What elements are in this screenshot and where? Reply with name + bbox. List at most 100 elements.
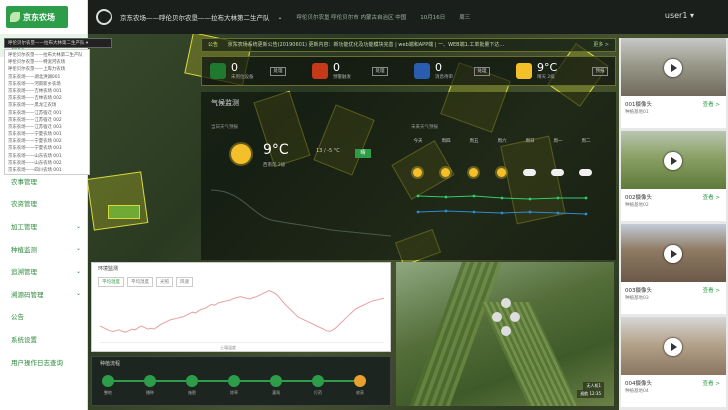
forecast-day: 周四 <box>441 139 451 144</box>
stat-number: 0 <box>231 61 238 74</box>
play-icon[interactable] <box>664 59 682 77</box>
dropdown-option[interactable]: 京东农场——黑龙江农场 <box>8 102 86 109</box>
chart-tab[interactable]: 平均温度 <box>98 277 124 287</box>
chart-title: 环境监测 <box>98 266 119 272</box>
theme-toggle-icon[interactable] <box>96 9 112 25</box>
current-temp: 9°C <box>263 142 289 158</box>
play-icon[interactable] <box>664 338 682 356</box>
dropdown-option[interactable]: 京东农场——河南新乡农场 <box>8 81 86 88</box>
dropdown-option[interactable]: 呼伦贝尔农垦——特泥河农场 <box>8 59 86 66</box>
notice-text: 京东农场系统更新公告(20190601) 更新内容：新功能优化及功能模块完善 |… <box>227 42 505 48</box>
dropdown-option[interactable]: 京东农场——宁夏农场 003 <box>8 145 86 152</box>
camera-view-link[interactable]: 查看 > <box>703 379 720 387</box>
dropdown-option[interactable]: 京东农场——山东农场 001 <box>8 153 86 160</box>
camera-thumbnail[interactable] <box>621 38 726 96</box>
line-chart <box>100 289 384 343</box>
drone-label-1: 无人机1 <box>583 382 604 390</box>
sidebar-item-12[interactable]: 公告 <box>0 305 87 328</box>
chart-series-line <box>100 289 384 333</box>
dropdown-option[interactable]: 京东农场——宁夏农场 001 <box>8 131 86 138</box>
stat-card: 9°C 晴天 2级 预报 <box>516 61 608 83</box>
sidebar-item-13[interactable]: 系统设置 <box>0 328 87 351</box>
notice-bar[interactable]: 公告 京东农场系统更新公告(20190601) 更新内容：新功能优化及功能模块完… <box>201 38 616 52</box>
process-step-icon[interactable] <box>186 375 198 387</box>
cloud-icon <box>523 169 536 176</box>
field-marker[interactable] <box>108 205 140 219</box>
chevron-down-icon: ⌄ <box>75 267 81 275</box>
dropdown-option[interactable]: 京东农场——山东农场 002 <box>8 160 86 167</box>
sidebar-item-11[interactable]: 溯源码管理 ⌄ <box>0 283 87 306</box>
stat-card: 0 未到位设备 处理 <box>210 61 300 83</box>
dropdown-option[interactable]: 京东农场——湖北洪湖001 <box>8 74 86 81</box>
chevron-down-icon[interactable]: ⌄ <box>278 14 283 21</box>
play-icon[interactable] <box>664 152 682 170</box>
camera-card[interactable]: 004摄像头 种植基地04 查看 > <box>621 317 726 407</box>
camera-card[interactable]: 003摄像头 种植基地03 查看 > <box>621 224 726 314</box>
dropdown-option[interactable]: 京东农场——吉林农场 001 <box>8 88 86 95</box>
process-step-label: 播种 <box>146 390 154 395</box>
notice-more-link[interactable]: 更多 > <box>593 39 609 51</box>
leaf-logo-icon <box>10 12 20 22</box>
process-step-icon[interactable] <box>144 375 156 387</box>
process-step-icon[interactable] <box>354 375 366 387</box>
process-step-icon[interactable] <box>312 375 324 387</box>
stat-icon <box>312 63 328 79</box>
sidebar-item-14[interactable]: 用户操作日志查询 <box>0 350 87 373</box>
camera-view-link[interactable]: 查看 > <box>703 286 720 294</box>
stats-panel: 0 未到位设备 处理 0 预警触发 处理 0 消息待审 处理 9°C 晴天 2级 预报 <box>201 56 616 86</box>
dropdown-option[interactable]: 京东农场——江苏宿迁 002 <box>8 117 86 124</box>
stat-label: 消息待审 <box>435 75 453 80</box>
farm-selector[interactable]: 京东农场——呼伦贝尔农垦——拉布大林第二生产队 <box>120 12 270 22</box>
temp-curve <box>211 189 391 237</box>
sidebar-item-10[interactable]: 追溯管理 ⌄ <box>0 260 87 283</box>
weather-badge: 晴 <box>355 149 371 158</box>
sidebar-item-label: 农事管理 <box>11 177 37 186</box>
dropdown-option[interactable]: 京东农场——江苏宿迁 001 <box>8 110 86 117</box>
sidebar-item-label: 系统设置 <box>11 336 37 345</box>
dropdown-option[interactable]: 京东农场——宁夏农场 002 <box>8 138 86 145</box>
sidebar-item-label: 溯源码管理 <box>11 290 44 299</box>
sun-icon <box>231 144 251 164</box>
sidebar-item-8[interactable]: 加工管理 ⌄ <box>0 215 87 238</box>
camera-thumbnail[interactable] <box>621 131 726 189</box>
stat-button[interactable]: 处理 <box>372 67 388 76</box>
sun-icon <box>497 168 506 177</box>
weekday-text: 周三 <box>459 15 471 21</box>
process-step-label: 打药 <box>314 390 322 395</box>
forecast-day: 周五 <box>469 139 479 144</box>
dropdown-option[interactable]: 呼伦贝尔农垦——上库力农场 <box>8 66 86 73</box>
camera-thumbnail[interactable] <box>621 224 726 282</box>
forecast-day: 今天 <box>413 139 423 144</box>
process-step-label: 除草 <box>230 390 238 395</box>
dropdown-option[interactable]: 京东农场——四川农场 001 <box>8 167 86 174</box>
dropdown-option[interactable]: 京东农场——吉林农场 002 <box>8 95 86 102</box>
user-menu[interactable]: user1 ▾ <box>665 11 694 20</box>
stat-button[interactable]: 预报 <box>592 67 608 76</box>
play-icon[interactable] <box>664 245 682 263</box>
drone-video[interactable]: 无人机1 巡航 12:35 <box>396 262 614 406</box>
camera-thumbnail[interactable] <box>621 317 726 375</box>
farm-select[interactable]: 呼伦贝尔农垦——拉布大林第二生产队 ▾ <box>4 38 112 48</box>
chart-tab[interactable]: 平均湿度 <box>127 277 153 287</box>
process-step-icon[interactable] <box>228 375 240 387</box>
dropdown-option[interactable]: 呼伦贝尔农垦——拉布大林第二生产队 <box>8 52 86 59</box>
process-step-icon[interactable] <box>270 375 282 387</box>
sidebar-item-9[interactable]: 种植监测 ⌄ <box>0 237 87 260</box>
process-step-icon[interactable] <box>102 375 114 387</box>
chart-tab[interactable]: 风速 <box>176 277 193 287</box>
chart-tab[interactable]: 光照 <box>156 277 173 287</box>
camera-card[interactable]: 002摄像头 种植基地02 查看 > <box>621 131 726 221</box>
stat-icon <box>210 63 226 79</box>
stat-button[interactable]: 处理 <box>474 67 490 76</box>
stat-number: 9°C <box>537 61 558 74</box>
drone-control-pad[interactable] <box>492 298 520 342</box>
camera-card[interactable]: 001摄像头 种植基地01 查看 > <box>621 38 726 128</box>
sidebar-item-7[interactable]: 农资管理 <box>0 192 87 215</box>
dropdown-option[interactable]: 京东农场——江苏宿迁 003 <box>8 124 86 131</box>
location-text: 呼伦贝尔农垦 呼伦贝尔市 内蒙古自治区 中国 <box>296 15 407 21</box>
process-step-label: 收获 <box>356 390 364 395</box>
camera-view-link[interactable]: 查看 > <box>703 193 720 201</box>
farm-dropdown[interactable]: 呼伦贝尔农垦——拉布大林第二生产队 呼伦贝尔农垦——特泥河农场 呼伦贝尔农垦——上库… <box>4 49 90 175</box>
stat-button[interactable]: 处理 <box>270 67 286 76</box>
camera-view-link[interactable]: 查看 > <box>703 100 720 108</box>
